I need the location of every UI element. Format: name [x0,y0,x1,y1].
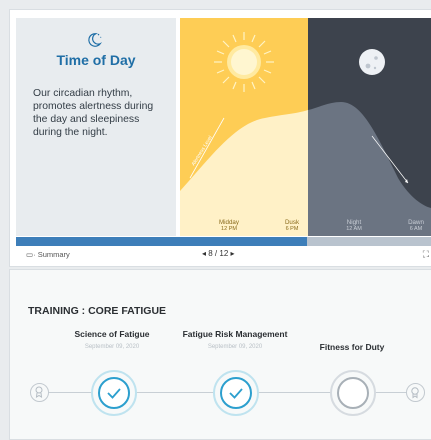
day-illustration: Alertness Level [180,18,308,236]
check-icon [107,388,121,399]
tick-night: Night 12 AM [346,219,362,232]
connector-line [46,392,92,393]
check-icon [229,388,243,399]
summary-button[interactable]: ▭· Summary [26,250,70,259]
step-date-1: September 09, 2020 [84,344,140,350]
moon-icon [88,33,103,47]
connector-line [258,392,332,393]
connector-line [136,392,214,393]
slide-body-text: Our circadian rhythm, promotes alertness… [33,88,154,138]
slide-controls: ▭· Summary ◂ 8 / 12 ▸ ⛶ [16,246,431,264]
step-label-1: Science of Fatigue [74,329,150,339]
badge-icon [30,383,49,402]
app-frame: Time of Day Our circadian rhythm, promot… [0,0,431,440]
sun-icon [214,32,274,92]
step-node-2[interactable] [213,370,259,416]
step-label-2: Fatigue Risk Management [182,329,288,339]
slide-title: Time of Day [56,52,136,68]
step-node-1[interactable] [91,370,137,416]
training-card [9,269,431,440]
step-date-2: September 09, 2020 [207,344,263,350]
moon-disc-icon [359,49,385,75]
award-icon [406,383,425,402]
training-title: TRAINING : CORE FATIGUE [28,305,167,317]
step-label-3: Fitness for Duty [319,342,385,352]
slide-progress-fill [16,237,307,246]
tick-dusk: Dusk 6 PM [284,219,300,232]
prev-slide-button[interactable]: ◂ [202,249,206,258]
alertness-curve-night [308,102,431,236]
step-node-3[interactable] [330,370,376,416]
connector-line [374,392,408,393]
alertness-curve-day [180,110,308,236]
slide-progress-bar[interactable] [16,237,431,246]
next-slide-button[interactable]: ▸ [231,249,235,258]
tick-midday: Midday 12 PM [219,219,239,232]
pager: ◂ 8 / 12 ▸ [202,249,235,258]
menu-icon: ▭· [26,250,36,259]
tick-dawn: Dawn 6 AM [408,219,424,232]
night-illustration [308,18,431,236]
page-indicator: 8 / 12 [208,249,229,258]
fullscreen-icon[interactable]: ⛶ [423,249,429,260]
